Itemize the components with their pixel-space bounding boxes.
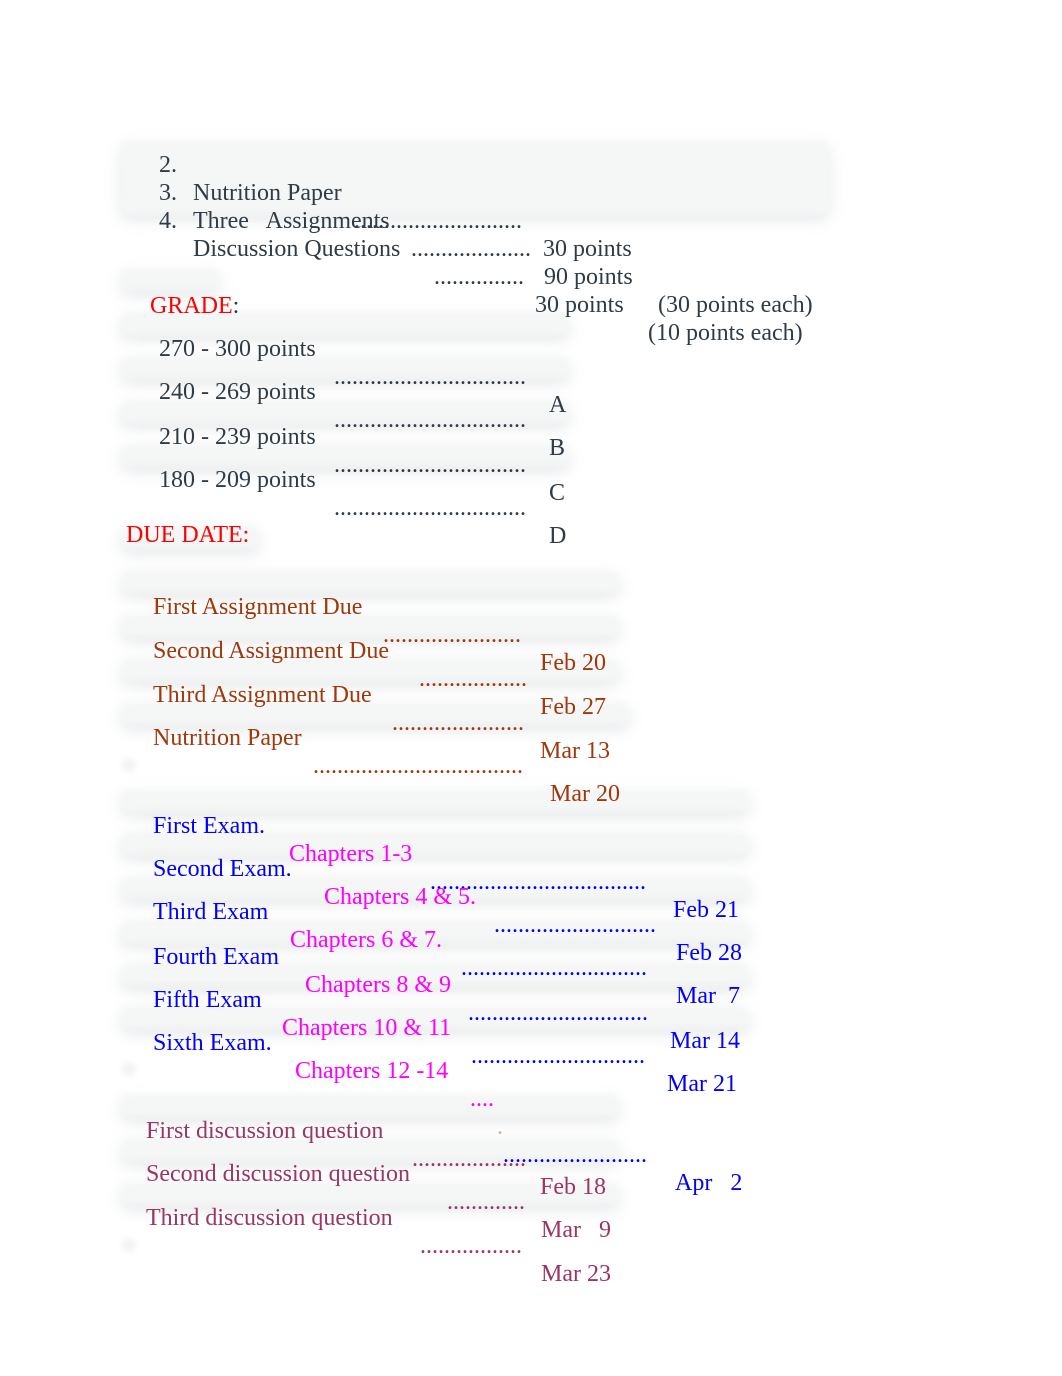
item-label: Nutrition Paper xyxy=(193,180,342,206)
exam-row: First Exam. Chapters 1-3 ...............… xyxy=(153,784,739,923)
exam-chapters: Chapters 12 -14 xyxy=(295,1058,449,1084)
assignment-label: First Assignment Due xyxy=(153,594,363,620)
shadow-band xyxy=(120,570,620,592)
discussion-row: Second discussion question .............… xyxy=(146,1132,611,1243)
dot-leader: ............................. xyxy=(471,1043,645,1069)
dot-leader: ........................... xyxy=(494,912,656,938)
exam-row: Fourth Exam Chapters 8 & 9 .............… xyxy=(153,915,740,1054)
grade-row: 180 - 209 points .......................… xyxy=(159,438,566,549)
empty-paragraph-mark xyxy=(122,1062,136,1076)
discussion-label: Third discussion question xyxy=(146,1205,393,1231)
shadow-band xyxy=(120,789,750,811)
points-item: 3. Three Assignments ...................… xyxy=(159,151,813,318)
dot-leader: ............. xyxy=(447,1189,525,1215)
exam-date: Apr 2 xyxy=(675,1170,743,1196)
dot-leader: ...................... xyxy=(392,710,524,736)
dot-leader: .................. xyxy=(419,666,527,692)
item-number: 4. xyxy=(159,208,177,234)
dot-leader: ................... xyxy=(412,1146,526,1172)
exam-chapters: Chapters 1-3 xyxy=(289,841,413,867)
empty-paragraph-mark xyxy=(122,758,136,772)
assignment-date: Feb 20 xyxy=(540,650,606,676)
grade-range: 180 - 209 points xyxy=(159,467,316,493)
dot-leader: ....................... xyxy=(383,622,521,648)
dot-leader: ................................ xyxy=(334,364,526,390)
item-label: Three Assignments xyxy=(193,208,390,234)
exam-chapters: Chapters 10 & 11 xyxy=(282,1015,452,1041)
assignment-date: Mar 13 xyxy=(540,738,610,764)
dot-leader: .................... xyxy=(411,236,531,262)
grade-letter: C xyxy=(549,480,566,506)
item-points: 30 points xyxy=(535,292,624,318)
assignment-label: Third Assignment Due xyxy=(153,682,372,708)
dot-leader: ................. xyxy=(420,1233,522,1259)
exam-date: Mar 7 xyxy=(676,983,740,1009)
dot-leader-magenta: .... xyxy=(470,1086,494,1112)
assignment-row: Nutrition Paper ........................… xyxy=(153,696,620,807)
due-date-heading: DUE DATE: xyxy=(126,522,250,548)
exam-date: Feb 28 xyxy=(676,940,742,966)
item-label: Discussion Questions xyxy=(193,236,401,262)
grade-row: 210 - 239 points .......................… xyxy=(159,395,565,506)
assignment-date: Feb 27 xyxy=(540,694,606,720)
item-points: 90 points xyxy=(544,264,633,290)
grade-letter: A xyxy=(549,392,567,418)
assignment-row: First Assignment Due ...................… xyxy=(153,565,606,676)
exam-row: Third Exam Chapters 6 & 7. .............… xyxy=(153,870,740,1009)
exam-row: Fifth Exam Chapters 10 & 11 ............… xyxy=(153,958,737,1097)
assignment-label: Nutrition Paper xyxy=(153,725,302,751)
grade-row: 240 - 269 points .......................… xyxy=(159,350,565,461)
dot-leader: ................................ xyxy=(334,407,526,433)
exam-date: Mar 21 xyxy=(667,1071,737,1097)
dot-leader: ................................... xyxy=(313,753,523,779)
discussion-date: Mar 9 xyxy=(541,1217,611,1243)
exam-row: Sixth Exam. Chapters 12 -14 .... . .....… xyxy=(153,1001,742,1196)
item-note: (10 points each) xyxy=(648,320,803,346)
exam-chapters: Chapters 6 & 7. xyxy=(290,927,442,953)
dot-leader: ................................ xyxy=(334,495,526,521)
item-note: (30 points each) xyxy=(658,292,813,318)
shadow-band xyxy=(120,1094,620,1116)
discussion-date: Feb 18 xyxy=(540,1174,606,1200)
grade-row: 270 - 300 points .......................… xyxy=(159,307,566,418)
discussion-row: First discussion question ..............… xyxy=(146,1089,606,1200)
assignment-label: Second Assignment Due xyxy=(153,638,389,664)
grade-letter: D xyxy=(549,523,567,549)
exam-date: Feb 21 xyxy=(673,897,739,923)
exam-chapters: Chapters 8 & 9 xyxy=(305,972,451,998)
dot-leader-tan: . xyxy=(497,1114,503,1140)
dot-leader: .............................. xyxy=(468,1000,648,1026)
grade-heading-colon: : xyxy=(232,293,240,319)
dot-leader: ............... xyxy=(434,264,524,290)
dot-leader: ............................... xyxy=(461,955,647,981)
assignment-row: Third Assignment Due ...................… xyxy=(153,653,610,764)
points-item: 4. Discussion Questions ............... … xyxy=(159,179,803,346)
grade-heading: GRADE: xyxy=(126,264,239,319)
exam-row: Second Exam. Chapters 4 & 5. ...........… xyxy=(153,827,742,966)
discussion-row: Third discussion question ..............… xyxy=(146,1176,611,1287)
empty-paragraph-mark xyxy=(122,1238,136,1252)
item-points: 30 points xyxy=(543,236,632,262)
grade-letter: B xyxy=(549,435,566,461)
exam-chapters: Chapters 4 & 5. xyxy=(324,884,476,910)
points-item: 2. Nutrition Paper .....................… xyxy=(159,123,632,262)
discussion-label: First discussion question xyxy=(146,1118,384,1144)
exam-label: Sixth Exam. xyxy=(153,1030,272,1056)
assignment-row: Second Assignment Due ..................… xyxy=(153,609,606,720)
dot-leader: ................................ xyxy=(334,452,526,478)
discussion-date: Mar 23 xyxy=(541,1261,611,1287)
assignment-date: Mar 20 xyxy=(550,781,620,807)
discussion-label: Second discussion question xyxy=(146,1161,410,1187)
exam-date: Mar 14 xyxy=(670,1028,740,1054)
